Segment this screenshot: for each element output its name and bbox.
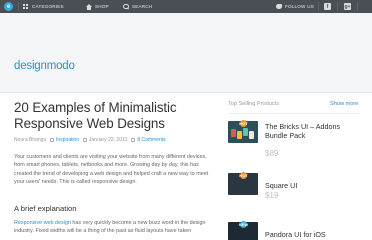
post-date: January 23, 2012 — [88, 137, 128, 143]
sidebar-heading: Top Selling Products — [228, 101, 279, 107]
product-item[interactable]: HOT The Bricks UI – Addons Bundle Pack $… — [228, 120, 360, 158]
site-logo-icon[interactable]: e — [4, 2, 13, 11]
hot-badge: HOT — [239, 120, 248, 127]
nav-divider — [357, 2, 358, 11]
responsive-link[interactable]: Responsive web design — [14, 220, 71, 226]
intro-paragraph: Your customers and clients are visiting … — [14, 154, 209, 185]
nav-follow-us[interactable]: FOLLOW US — [276, 0, 314, 13]
nav-divider — [337, 2, 338, 11]
site-header: designmodo — [0, 13, 372, 93]
author-name[interactable]: Noura Bhangu — [14, 137, 46, 143]
calendar-icon — [82, 137, 87, 142]
show-more-link[interactable]: Show more — [330, 101, 358, 107]
nav-divider — [318, 2, 319, 11]
body-paragraph: Responsive web design has very quickly b… — [14, 219, 214, 236]
nav-categories-label: CATEGORIES — [32, 4, 64, 9]
product-price: $89 — [265, 149, 279, 158]
brand-logo[interactable]: designmodo — [14, 60, 75, 72]
comments-link[interactable]: 8 Comments — [137, 137, 165, 143]
sidebar-divider — [228, 113, 360, 114]
nav-follow-label: FOLLOW US — [285, 4, 314, 9]
category-link[interactable]: Inspiration — [56, 137, 79, 143]
article-title[interactable]: 20 Examples of Minimalistic Responsive W… — [14, 100, 214, 132]
product-name[interactable]: The Bricks UI – Addons Bundle Pack — [265, 122, 360, 140]
product-item[interactable]: NEW Pandora UI for iOS — [228, 221, 360, 240]
search-icon — [123, 3, 129, 10]
product-name[interactable]: Square UI — [265, 181, 360, 190]
home-icon — [86, 3, 92, 10]
twitter-icon — [276, 4, 282, 9]
nav-search[interactable]: SEARCH — [123, 0, 152, 13]
nav-categories[interactable]: CATEGORIES — [23, 0, 64, 13]
product-price: $19 — [265, 191, 279, 200]
section-heading: A brief explanation — [14, 204, 77, 213]
new-badge: NEW — [238, 221, 249, 228]
googleplus-icon[interactable]: g+ — [344, 3, 351, 10]
top-nav-bar: e CATEGORIES SHOP SEARCH FOLLOW US f g+ — [0, 0, 372, 13]
article-meta: Noura Bhangu Inspiration January 23, 201… — [14, 137, 166, 143]
folder-icon — [49, 137, 54, 142]
nav-shop-label: SHOP — [95, 4, 109, 9]
nav-shop[interactable]: SHOP — [86, 0, 109, 13]
facebook-icon[interactable]: f — [324, 3, 331, 10]
nav-divider — [18, 2, 19, 11]
hot-badge: HOT — [239, 172, 248, 179]
product-item[interactable]: HOT Square UI $19 — [228, 172, 360, 200]
grid-icon — [23, 3, 29, 10]
nav-search-label: SEARCH — [132, 4, 153, 9]
product-name[interactable]: Pandora UI for iOS — [265, 230, 360, 239]
comment-icon — [130, 137, 135, 142]
